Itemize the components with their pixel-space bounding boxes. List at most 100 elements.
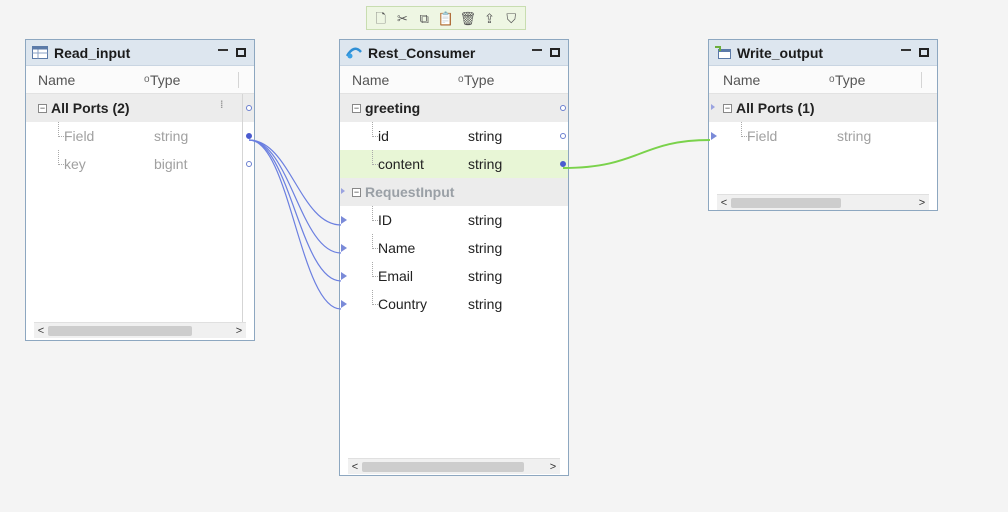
column-type-header[interactable]: Type	[150, 72, 180, 88]
port-group-row[interactable]: − RequestInput	[340, 178, 568, 206]
field-row[interactable]: ID string	[340, 206, 568, 234]
field-type: string	[154, 128, 189, 144]
field-type: string	[468, 268, 503, 284]
collapse-icon[interactable]: −	[38, 103, 47, 113]
read-input-transformation[interactable]: Read_input Name o Type − All Ports (2) ⁞…	[25, 39, 255, 341]
maximize-icon[interactable]	[548, 46, 562, 60]
horizontal-scrollbar[interactable]: < >	[717, 194, 929, 210]
rest-consumer-transformation[interactable]: Rest_Consumer Name o Type − greeting id …	[339, 39, 569, 476]
port-group-row[interactable]: − All Ports (2) ⁞	[26, 94, 254, 122]
collapse-icon[interactable]: −	[352, 103, 361, 113]
write-output-transformation[interactable]: Write_output Name o Type − All Ports (1)…	[708, 39, 938, 211]
table-icon	[32, 46, 48, 60]
column-name-header[interactable]: Name	[723, 72, 760, 88]
paste-icon[interactable]: 📋	[438, 10, 454, 26]
field-input-port[interactable]	[341, 244, 347, 252]
read-input-header[interactable]: Read_input	[26, 40, 254, 66]
field-input-port[interactable]	[341, 300, 347, 308]
scroll-left-icon[interactable]: <	[34, 325, 48, 337]
scroll-track[interactable]	[48, 325, 232, 336]
rest-consumer-header[interactable]: Rest_Consumer	[340, 40, 568, 66]
field-row[interactable]: Name string	[340, 234, 568, 262]
group-input-port[interactable]	[711, 104, 715, 110]
field-row[interactable]: key bigint	[26, 150, 254, 178]
scroll-thumb[interactable]	[731, 197, 842, 208]
mapping-canvas[interactable]: 🗋 ✂ ⧉ 📋 🗑 ⇪ ⛉ Read_input Name o Type − A…	[0, 0, 1008, 512]
scroll-left-icon[interactable]: <	[717, 197, 731, 209]
scroll-right-icon[interactable]: >	[232, 325, 246, 337]
link-field-to-id[interactable]	[248, 139, 342, 226]
column-name-header[interactable]: Name	[38, 72, 75, 88]
group-input-port[interactable]	[341, 188, 345, 194]
minimize-icon[interactable]	[216, 46, 230, 60]
field-output-port[interactable]	[246, 161, 252, 167]
export-icon[interactable]: ⇪	[482, 10, 498, 26]
field-row[interactable]: Field string	[709, 122, 937, 150]
field-input-port[interactable]	[341, 272, 347, 280]
column-sort-icon: o	[458, 74, 464, 85]
link-content-to-field[interactable]	[562, 139, 711, 169]
scroll-right-icon[interactable]: >	[915, 197, 929, 209]
column-sort-icon: o	[144, 74, 150, 85]
collapse-icon[interactable]: −	[723, 103, 732, 113]
maximize-icon[interactable]	[234, 46, 248, 60]
filter-icon[interactable]: ⛉	[503, 10, 519, 26]
copy-icon[interactable]: ⧉	[416, 10, 432, 26]
column-name-header[interactable]: Name	[352, 72, 389, 88]
group-output-port[interactable]	[560, 105, 566, 111]
field-output-port[interactable]	[560, 161, 566, 167]
scroll-left-icon[interactable]: <	[348, 461, 362, 473]
field-name: content	[378, 156, 424, 172]
horizontal-scrollbar[interactable]: < >	[348, 458, 560, 474]
field-name: key	[64, 156, 86, 172]
column-header: Name o Type	[26, 66, 254, 94]
port-group-row[interactable]: − All Ports (1)	[709, 94, 937, 122]
field-row[interactable]: id string	[340, 122, 568, 150]
field-row[interactable]: Country string	[340, 290, 568, 318]
field-name: Field	[64, 128, 95, 144]
collapse-icon[interactable]: −	[352, 187, 361, 197]
column-type-header[interactable]: Type	[464, 72, 494, 88]
column-divider[interactable]	[238, 72, 239, 88]
column-divider[interactable]	[921, 72, 922, 88]
scroll-track[interactable]	[362, 461, 546, 472]
horizontal-scrollbar[interactable]: < >	[34, 322, 246, 338]
maximize-icon[interactable]	[917, 46, 931, 60]
field-name: Email	[378, 268, 414, 284]
grip-icon: ⁞	[220, 100, 224, 111]
field-type: string	[837, 128, 872, 144]
group-output-port[interactable]	[246, 105, 252, 111]
cut-icon[interactable]: ✂	[395, 10, 411, 26]
field-input-port[interactable]	[711, 132, 717, 140]
minimize-icon[interactable]	[530, 46, 544, 60]
scroll-thumb[interactable]	[362, 461, 524, 472]
field-name: ID	[378, 212, 392, 228]
delete-icon[interactable]: 🗑	[460, 10, 477, 26]
link-field-to-country[interactable]	[248, 139, 342, 310]
scroll-track[interactable]	[731, 197, 915, 208]
new-icon[interactable]: 🗋	[373, 10, 389, 26]
scroll-thumb[interactable]	[48, 325, 192, 336]
field-output-port[interactable]	[560, 133, 566, 139]
column-type-header[interactable]: Type	[835, 72, 865, 88]
object-toolbar: 🗋 ✂ ⧉ 📋 🗑 ⇪ ⛉	[366, 6, 526, 30]
field-input-port[interactable]	[341, 216, 347, 224]
field-row[interactable]: Email string	[340, 262, 568, 290]
port-group-label: All Ports (1)	[736, 100, 815, 116]
link-field-to-name[interactable]	[248, 139, 342, 254]
port-group-row[interactable]: − greeting	[340, 94, 568, 122]
link-field-to-email[interactable]	[248, 139, 342, 282]
scroll-right-icon[interactable]: >	[546, 461, 560, 473]
field-row-selected[interactable]: content string	[340, 150, 568, 178]
panel-title: Rest_Consumer	[368, 44, 476, 61]
field-row[interactable]: Field string	[26, 122, 254, 150]
column-header: Name o Type	[709, 66, 937, 94]
minimize-icon[interactable]	[899, 46, 913, 60]
panel-title: Read_input	[54, 44, 131, 61]
field-output-port[interactable]	[246, 133, 252, 139]
field-name: Name	[378, 240, 416, 256]
field-type: string	[468, 240, 503, 256]
write-output-header[interactable]: Write_output	[709, 40, 937, 66]
field-type: string	[468, 212, 503, 228]
target-table-icon	[715, 46, 731, 60]
